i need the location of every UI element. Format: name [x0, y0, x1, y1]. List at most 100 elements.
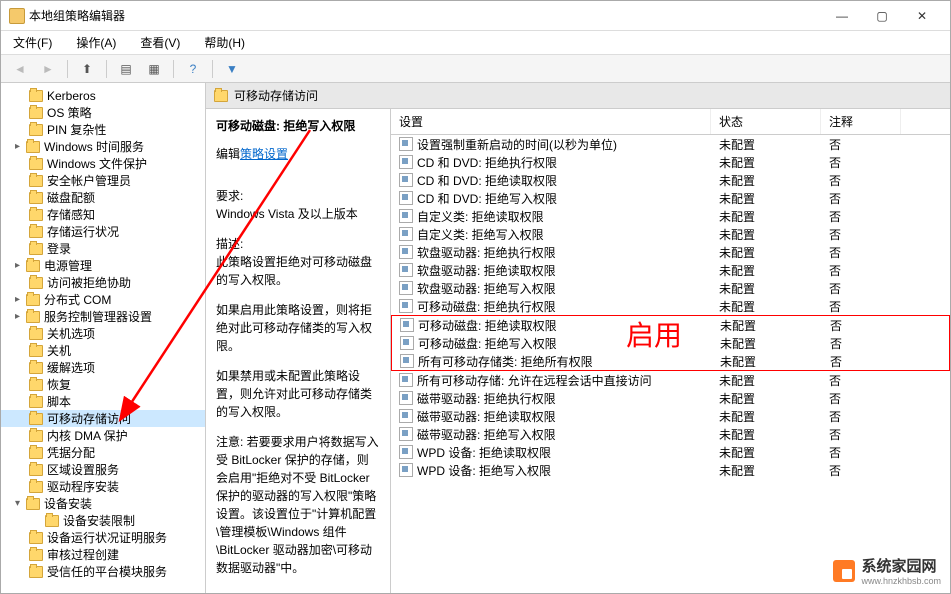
forward-button[interactable]: ►: [37, 58, 59, 80]
tree-item[interactable]: 内核 DMA 保护: [1, 427, 205, 444]
list-row[interactable]: 磁带驱动器: 拒绝读取权限未配置否: [391, 407, 950, 425]
setting-name: 磁带驱动器: 拒绝读取权限: [417, 408, 556, 425]
tree-item[interactable]: 可移动存储访问: [1, 410, 205, 427]
tree-item[interactable]: 脚本: [1, 393, 205, 410]
list-row[interactable]: 可移动磁盘: 拒绝读取权限未配置否: [392, 316, 949, 334]
list-row[interactable]: CD 和 DVD: 拒绝读取权限未配置否: [391, 171, 950, 189]
setting-name: 磁带驱动器: 拒绝写入权限: [417, 426, 556, 443]
tree-item[interactable]: 设备安装限制: [1, 512, 205, 529]
list-row[interactable]: 自定义类: 拒绝读取权限未配置否: [391, 207, 950, 225]
tree-item[interactable]: PIN 复杂性: [1, 121, 205, 138]
tree-item[interactable]: 驱动程序安装: [1, 478, 205, 495]
tree-item[interactable]: 存储感知: [1, 206, 205, 223]
setting-state: 未配置: [711, 444, 821, 461]
list-view-button[interactable]: ▤: [115, 58, 137, 80]
menu-action[interactable]: 操作(A): [72, 32, 120, 53]
tree-item[interactable]: 凭据分配: [1, 444, 205, 461]
help-button[interactable]: ?: [182, 58, 204, 80]
up-button[interactable]: ⬆: [76, 58, 98, 80]
list-row[interactable]: WPD 设备: 拒绝写入权限未配置否: [391, 461, 950, 479]
list-row[interactable]: 所有可移动存储类: 拒绝所有权限未配置否: [392, 352, 949, 370]
folder-icon: [29, 447, 43, 459]
tree-item[interactable]: 恢复: [1, 376, 205, 393]
list-row[interactable]: 磁带驱动器: 拒绝写入权限 未配置否: [391, 425, 950, 443]
folder-icon: [29, 345, 43, 357]
setting-state: 未配置: [712, 353, 822, 370]
tree-item[interactable]: 存储运行状况: [1, 223, 205, 240]
setting-icon: [399, 209, 413, 223]
setting-state: 未配置: [711, 154, 821, 171]
setting-name: 软盘驱动器: 拒绝执行权限: [417, 244, 556, 261]
folder-icon: [29, 362, 43, 374]
tree-item[interactable]: 关机: [1, 342, 205, 359]
list-row[interactable]: WPD 设备: 拒绝读取权限未配置否: [391, 443, 950, 461]
tree-item[interactable]: 审核过程创建: [1, 546, 205, 563]
tree-item[interactable]: Windows 文件保护: [1, 155, 205, 172]
maximize-button[interactable]: ▢: [862, 2, 902, 30]
setting-name: 所有可移动存储类: 拒绝所有权限: [418, 353, 593, 370]
tree-item[interactable]: OS 策略: [1, 104, 205, 121]
list-row[interactable]: 软盘驱动器: 拒绝执行权限未配置否: [391, 243, 950, 261]
setting-icon: [399, 463, 413, 477]
list-pane[interactable]: 设置 状态 注释 设置强制重新启动的时间(以秒为单位)未配置否CD 和 DVD:…: [391, 109, 950, 593]
folder-icon: [29, 209, 43, 221]
setting-state: 未配置: [711, 408, 821, 425]
tree-item-label: 安全帐户管理员: [47, 172, 131, 189]
list-row[interactable]: 所有可移动存储: 允许在远程会话中直接访问未配置否: [391, 371, 950, 389]
tree-item[interactable]: 安全帐户管理员: [1, 172, 205, 189]
col-state[interactable]: 状态: [711, 109, 821, 134]
list-row[interactable]: 可移动磁盘: 拒绝执行权限未配置否: [391, 297, 950, 315]
tree-item[interactable]: 服务控制管理器设置: [1, 308, 205, 325]
close-button[interactable]: ✕: [902, 2, 942, 30]
setting-state: 未配置: [711, 426, 821, 443]
tree-item[interactable]: 受信任的平台模块服务: [1, 563, 205, 580]
menu-help[interactable]: 帮助(H): [200, 32, 249, 53]
setting-note: 否: [821, 426, 901, 443]
tree-item-label: 服务控制管理器设置: [44, 308, 152, 325]
watermark-text: 系统家园网 www.hnzkhbsb.com: [861, 555, 941, 586]
folder-icon: [29, 192, 43, 204]
list-row[interactable]: 软盘驱动器: 拒绝读取权限未配置否: [391, 261, 950, 279]
folder-icon: [29, 464, 43, 476]
back-button[interactable]: ◄: [9, 58, 31, 80]
tree-item[interactable]: 分布式 COM: [1, 291, 205, 308]
tree-item[interactable]: 关机选项: [1, 325, 205, 342]
filter-button[interactable]: ▼: [221, 58, 243, 80]
tree-pane[interactable]: KerberosOS 策略PIN 复杂性Windows 时间服务Windows …: [1, 83, 206, 593]
main-content: KerberosOS 策略PIN 复杂性Windows 时间服务Windows …: [1, 83, 950, 593]
tree-item-label: 登录: [47, 240, 71, 257]
list-row[interactable]: 设置强制重新启动的时间(以秒为单位)未配置否: [391, 135, 950, 153]
menu-view[interactable]: 查看(V): [136, 32, 184, 53]
tree-item[interactable]: Kerberos: [1, 87, 205, 104]
tree-item[interactable]: 设备安装: [1, 495, 205, 512]
list-row[interactable]: 自定义类: 拒绝写入权限未配置否: [391, 225, 950, 243]
list-row[interactable]: CD 和 DVD: 拒绝写入权限未配置否: [391, 189, 950, 207]
setting-name: 软盘驱动器: 拒绝写入权限: [417, 280, 556, 297]
tree-item[interactable]: Windows 时间服务: [1, 138, 205, 155]
edit-policy-link[interactable]: 策略设置: [240, 145, 288, 163]
tree-item[interactable]: 磁盘配额: [1, 189, 205, 206]
desc-4: 注意: 若要要求用户将数据写入受 BitLocker 保护的存储，则会启用"拒绝…: [216, 433, 380, 577]
list-row[interactable]: 可移动磁盘: 拒绝写入权限未配置否: [392, 334, 949, 352]
detail-view-button[interactable]: ▦: [143, 58, 165, 80]
col-note[interactable]: 注释: [821, 109, 901, 134]
separator: [67, 60, 68, 78]
tree-item[interactable]: 电源管理: [1, 257, 205, 274]
setting-state: 未配置: [711, 172, 821, 189]
list-row[interactable]: CD 和 DVD: 拒绝执行权限未配置否: [391, 153, 950, 171]
menu-file[interactable]: 文件(F): [9, 32, 56, 53]
tree-item[interactable]: 登录: [1, 240, 205, 257]
list-row[interactable]: 软盘驱动器: 拒绝写入权限未配置否: [391, 279, 950, 297]
tree-item[interactable]: 缓解选项: [1, 359, 205, 376]
watermark: 系统家园网 www.hnzkhbsb.com: [829, 553, 945, 588]
tree-item[interactable]: 设备运行状况证明服务: [1, 529, 205, 546]
folder-icon: [26, 141, 40, 153]
tree-item-label: PIN 复杂性: [47, 121, 106, 138]
tree-item[interactable]: 访问被拒绝协助: [1, 274, 205, 291]
edit-section: 编辑策略设置: [216, 145, 380, 175]
tree-item[interactable]: 区域设置服务: [1, 461, 205, 478]
window-title: 本地组策略编辑器: [25, 7, 822, 24]
list-row[interactable]: 磁带驱动器: 拒绝执行权限未配置否: [391, 389, 950, 407]
minimize-button[interactable]: —: [822, 2, 862, 30]
col-setting[interactable]: 设置: [391, 109, 711, 134]
